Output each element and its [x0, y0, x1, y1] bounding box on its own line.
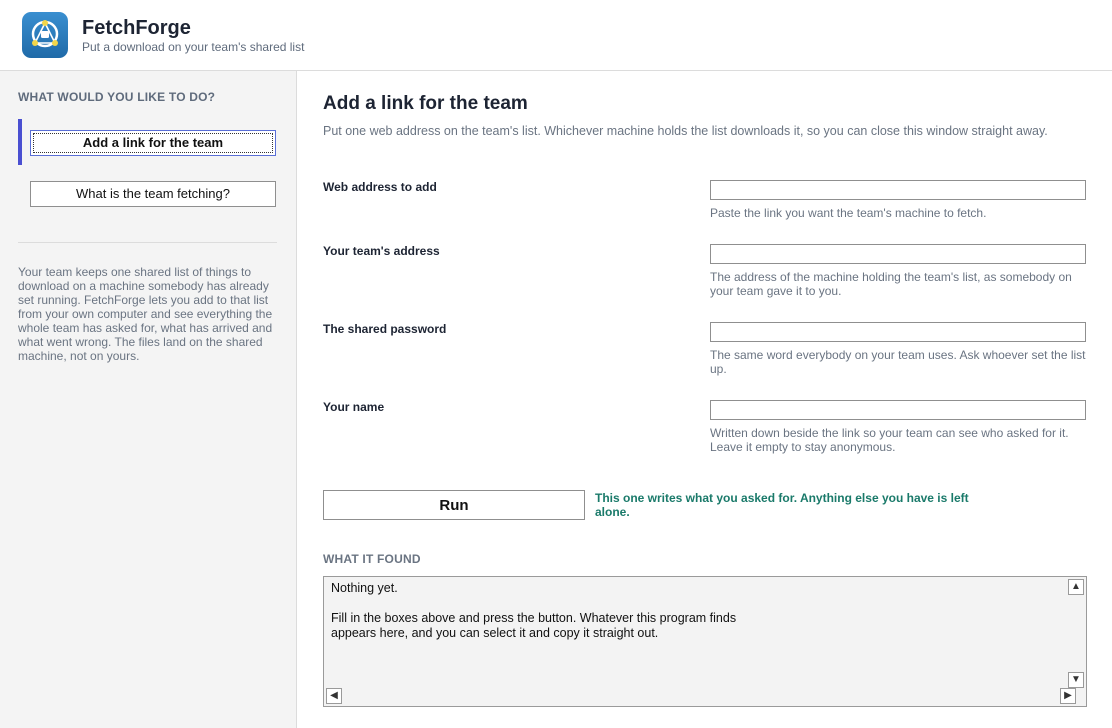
- main-panel: Add a link for the team Put one web addr…: [297, 71, 1112, 728]
- sidebar-about-text: Your team keeps one shared list of thing…: [18, 265, 273, 363]
- your-name-input[interactable]: [710, 400, 1086, 420]
- web-address-input[interactable]: [710, 180, 1086, 200]
- your-name-label: Your name: [323, 400, 385, 414]
- web-address-help: Paste the link you want the team's machi…: [710, 206, 987, 220]
- results-output[interactable]: Nothing yet. Fill in the boxes above and…: [323, 576, 1087, 707]
- active-nav-indicator: [18, 119, 22, 165]
- team-address-help: The address of the machine holding the t…: [710, 270, 1072, 298]
- scroll-right-arrow-icon[interactable]: ▶: [1060, 688, 1076, 704]
- app-subtitle: Put a download on your team's shared lis…: [82, 40, 305, 54]
- team-address-input[interactable]: [710, 244, 1086, 264]
- web-address-label: Web address to add: [323, 180, 437, 194]
- results-text[interactable]: Nothing yet. Fill in the boxes above and…: [331, 581, 1051, 641]
- app-title: FetchForge: [82, 17, 191, 39]
- team-address-label: Your team's address: [323, 244, 440, 258]
- scroll-down-arrow-icon[interactable]: ▼: [1068, 672, 1084, 688]
- scroll-up-arrow-icon[interactable]: ▲: [1068, 579, 1084, 595]
- run-button[interactable]: Run: [323, 490, 585, 520]
- shared-password-input[interactable]: [710, 322, 1086, 342]
- page-intro: Put one web address on the team's list. …: [323, 124, 1048, 138]
- shared-password-label: The shared password: [323, 322, 447, 336]
- sidebar-item-team-fetching[interactable]: What is the team fetching?: [30, 181, 276, 207]
- shared-password-help: The same word everybody on your team use…: [710, 348, 1086, 376]
- scroll-left-arrow-icon[interactable]: ◀: [326, 688, 342, 704]
- sidebar-item-add-link[interactable]: Add a link for the team: [30, 130, 276, 156]
- your-name-help: Written down beside the link so your tea…: [710, 426, 1069, 454]
- sidebar-divider: [18, 242, 277, 243]
- sidebar: WHAT WOULD YOU LIKE TO DO? Add a link fo…: [0, 71, 297, 728]
- app-header: FetchForge Put a download on your team's…: [0, 0, 1112, 71]
- page-title: Add a link for the team: [323, 93, 528, 114]
- results-heading: WHAT IT FOUND: [323, 552, 421, 566]
- sidebar-heading: WHAT WOULD YOU LIKE TO DO?: [18, 90, 216, 104]
- run-note: This one writes what you asked for. Anyt…: [595, 491, 969, 519]
- app-logo-icon: [22, 12, 68, 58]
